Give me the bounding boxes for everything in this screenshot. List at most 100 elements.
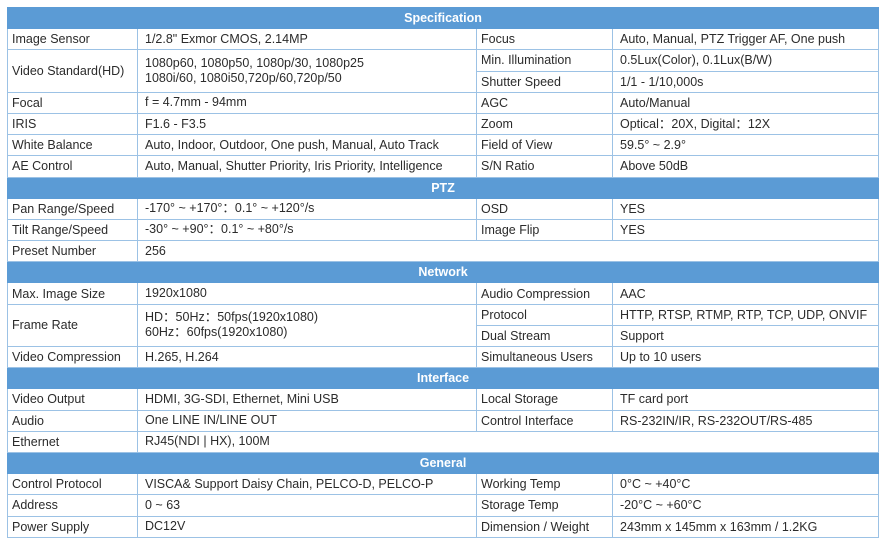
spec-label: Audio Compression — [476, 282, 613, 305]
spec-value-line: 1080p60, 1080p50, 1080p/30, 1080p25 — [145, 56, 364, 71]
section-header-row: General — [6, 451, 880, 475]
section-title: Specification — [6, 6, 880, 30]
table-row: Control Protocol VISCA& Support Daisy Cha… — [7, 473, 880, 496]
spec-value-line: H.265, H.264 — [145, 349, 219, 364]
section-header-row: Interface — [6, 367, 880, 390]
spec-value: 1/1 - 1/10,000s — [611, 70, 880, 93]
spec-label: AE Control — [7, 155, 138, 178]
spec-label: IRIS — [7, 112, 138, 136]
spec-value-line: 256 — [145, 243, 166, 258]
spec-value: Up to 10 users — [611, 345, 880, 369]
spec-value-line: 1920x1080 — [145, 286, 207, 301]
spec-value-line: One LINE IN/LINE OUT — [145, 413, 277, 428]
spec-value: HDMI, 3G-SDI, Ethernet, Mini USB — [137, 388, 477, 411]
spec-value: DC12V — [137, 515, 477, 538]
spec-label: Control Protocol — [7, 473, 138, 496]
spec-label: Dual Stream — [476, 324, 613, 348]
table-row: Max. Image Size 1920x1080 Audio Compressio… — [7, 282, 880, 305]
section-title: General — [6, 451, 880, 475]
spec-value-line: 1/2.8" Exmor CMOS, 2.14MP — [145, 31, 308, 46]
spec-value-line: RJ45(NDI | HX), 100M — [145, 434, 270, 449]
spec-value: 1920x1080 — [137, 282, 477, 305]
spec-value: -30° ~ +90°：0.1° ~ +80°/s — [137, 218, 477, 242]
section-header-row: Network — [6, 261, 880, 284]
spec-label: Focus — [476, 28, 613, 51]
spec-label: OSD — [476, 197, 613, 220]
spec-value-line: VISCA& Support Daisy Chain, PELCO-D, PEL… — [145, 476, 434, 491]
spec-label: Image Flip — [476, 218, 613, 242]
spec-value: AAC — [611, 282, 880, 305]
spec-value: 0 ~ 63 — [137, 494, 477, 517]
spec-value: One LINE IN/LINE OUT — [137, 409, 477, 432]
spec-label: Protocol — [476, 303, 613, 326]
table-row: Preset Number 256 — [7, 240, 880, 263]
spec-value: VISCA& Support Daisy Chain, PELCO-D, PEL… — [137, 473, 477, 496]
table-row: Pan Range/Speed -170° ~ +170°：0.1° ~ +120… — [7, 197, 880, 220]
spec-value: 0.5Lux(Color), 0.1Lux(B/W) — [611, 49, 880, 72]
table-row: Audio One LINE IN/LINE OUT Control Interfa… — [7, 409, 880, 432]
spec-value: 243mm x 145mm x 163mm / 1.2KG — [611, 515, 880, 538]
specification-table: Specification Image Sensor 1/2.8" Exmor CM… — [6, 6, 880, 538]
spec-label: Storage Temp — [476, 494, 613, 517]
spec-value: Above 50dB — [611, 155, 880, 178]
spec-value: 1080p60, 1080p50, 1080p/30, 1080p25 1080i… — [137, 49, 477, 93]
spec-value: YES — [611, 218, 880, 242]
spec-value: Support — [611, 324, 880, 348]
spec-label: Image Sensor — [7, 28, 138, 51]
table-row: Video Standard(HD) 1080p60, 1080p50, 1080… — [7, 49, 880, 93]
table-row: AE Control Auto, Manual, Shutter Priority… — [7, 155, 880, 178]
spec-label: Min. Illumination — [476, 49, 613, 72]
spec-value: RJ45(NDI | HX), 100M — [136, 430, 880, 453]
spec-value: 256 — [136, 240, 880, 263]
spec-value: Auto, Manual, Shutter Priority, Iris Pri… — [137, 155, 477, 178]
spec-label: Power Supply — [7, 515, 138, 538]
table-row: Frame Rate HD：50Hz：50fps(1920x1080) 60Hz：6… — [7, 303, 880, 348]
spec-value: Optical：20X, Digital：12X — [611, 112, 880, 136]
spec-label: Dimension / Weight — [476, 515, 613, 538]
spec-value: Auto/Manual — [611, 91, 880, 114]
table-row: Focal f = 4.7mm - 94mm AGC Auto/Manual — [7, 91, 880, 114]
spec-value-line: DC12V — [145, 519, 186, 534]
spec-value: -170° ~ +170°：0.1° ~ +120°/s — [137, 197, 477, 220]
spec-label: Preset Number — [7, 240, 138, 263]
spec-label: White Balance — [7, 134, 138, 157]
spec-value-line: 1080i/60, 1080i50,720p/60,720p/50 — [145, 71, 342, 86]
spec-label: Video Standard(HD) — [7, 49, 138, 93]
table-row: Video Output HDMI, 3G-SDI, Ethernet, Mini… — [7, 388, 880, 411]
spec-value: Auto, Indoor, Outdoor, One push, Manual,… — [137, 134, 477, 157]
spec-value: HD：50Hz：50fps(1920x1080) 60Hz：60fps(1920x… — [137, 303, 477, 348]
spec-label: Local Storage — [476, 388, 613, 411]
spec-value: HTTP, RTSP, RTMP, RTP, TCP, UDP, ONVIF — [611, 303, 880, 326]
spec-value: 0°C ~ +40°C — [611, 473, 880, 496]
spec-label: Max. Image Size — [7, 282, 138, 305]
spec-value: Auto, Manual, PTZ Trigger AF, One push — [611, 28, 880, 51]
spec-value: H.265, H.264 — [137, 345, 477, 369]
section-title: PTZ — [6, 176, 880, 199]
spec-label: Address — [7, 494, 138, 517]
section-header-row: PTZ — [6, 176, 880, 199]
spec-value-line: F1.6 - F3.5 — [145, 116, 207, 131]
spec-value: TF card port — [611, 388, 880, 411]
table-row: Video Compression H.265, H.264 Simultaneou… — [7, 345, 880, 369]
spec-value: RS-232IN/IR, RS-232OUT/RS-485 — [611, 409, 880, 432]
table-row: Image Sensor 1/2.8" Exmor CMOS, 2.14MP Foc… — [7, 28, 880, 51]
section-header-row: Specification — [6, 6, 880, 30]
spec-label: Frame Rate — [7, 303, 138, 348]
spec-label: Control Interface — [476, 409, 613, 432]
spec-value-line: Auto, Indoor, Outdoor, One push, Manual,… — [145, 137, 439, 152]
spec-value-line: HDMI, 3G-SDI, Ethernet, Mini USB — [145, 391, 339, 406]
spec-label: Tilt Range/Speed — [7, 218, 138, 242]
spec-value: f = 4.7mm - 94mm — [137, 91, 477, 114]
table-row: Address 0 ~ 63 Storage Temp -20°C ~ +60°C — [7, 494, 880, 517]
spec-value-line: 60Hz：60fps(1920x1080) — [145, 325, 288, 340]
spec-value: -20°C ~ +60°C — [611, 494, 880, 517]
spec-value-line: Auto, Manual, Shutter Priority, Iris Pri… — [145, 158, 443, 173]
spec-label: Ethernet — [7, 430, 138, 453]
table-row: White Balance Auto, Indoor, Outdoor, One … — [7, 134, 880, 157]
spec-value: 59.5° ~ 2.9° — [611, 134, 880, 157]
spec-label: Video Compression — [7, 345, 138, 369]
spec-label: Video Output — [7, 388, 138, 411]
spec-value-line: 0 ~ 63 — [145, 497, 181, 512]
spec-label: Audio — [7, 409, 138, 432]
spec-label: Pan Range/Speed — [7, 197, 138, 220]
